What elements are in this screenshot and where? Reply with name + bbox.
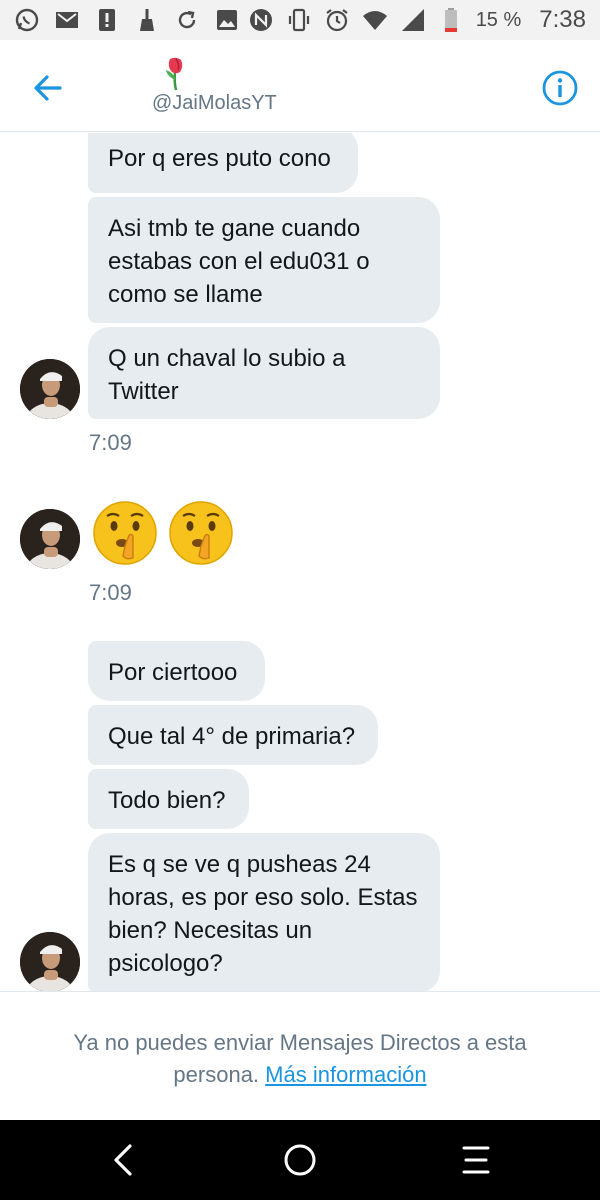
- broom-icon: [134, 7, 160, 33]
- back-button[interactable]: [28, 68, 68, 108]
- clock: 7:38: [539, 6, 586, 33]
- back-arrow-icon: [34, 75, 62, 101]
- dm-disabled-notice: Ya no puedes enviar Mensajes Directos a …: [0, 991, 600, 1120]
- message-text: Es q se ve q pusheas 24 horas, es por es…: [108, 851, 418, 977]
- whatsapp-icon: [14, 7, 40, 33]
- message-bubble[interactable]: Es q se ve q pusheas 24 horas, es por es…: [88, 833, 440, 991]
- tulip-icon: [166, 57, 183, 91]
- more-info-link[interactable]: Más información: [265, 1062, 426, 1087]
- conversation-header: @JaiMolasYT: [0, 40, 600, 132]
- message-bubble[interactable]: Q un chaval lo subio a Twitter: [88, 327, 440, 419]
- notification-icons: [14, 7, 240, 33]
- vibrate-icon: [286, 7, 312, 33]
- status-bar: 15 % 7:38: [0, 0, 600, 40]
- message-text: Que tal 4° de primaria?: [108, 723, 356, 750]
- wifi-icon: [362, 7, 388, 33]
- recents-nav-icon: [462, 1146, 490, 1174]
- message-text: Q un chaval lo subio a Twitter: [108, 345, 346, 405]
- recents-nav-button[interactable]: [456, 1140, 496, 1180]
- back-nav-button[interactable]: [104, 1140, 144, 1180]
- info-icon: [542, 70, 578, 106]
- back-nav-icon: [114, 1144, 132, 1176]
- alert-icon: [94, 7, 120, 33]
- message-text: Asi tmb te gane cuando estabas con el ed…: [108, 215, 370, 308]
- avatar[interactable]: [20, 932, 80, 991]
- battery-percent: 15 %: [475, 8, 522, 31]
- avatar-photo: [20, 359, 80, 419]
- message-bubble[interactable]: Todo bien?: [88, 769, 249, 829]
- signal-icon: [400, 7, 426, 33]
- notice-text-container: Ya no puedes enviar Mensajes Directos a …: [40, 1027, 560, 1091]
- nfc-icon: [248, 7, 274, 33]
- home-nav-icon: [284, 1144, 316, 1176]
- avatar[interactable]: [20, 509, 80, 569]
- message-timestamp: 7:09: [89, 430, 132, 455]
- gallery-icon: [214, 7, 240, 33]
- info-button[interactable]: [540, 68, 580, 108]
- avatar-photo: [20, 932, 80, 991]
- home-nav-button[interactable]: [280, 1140, 320, 1180]
- message-text: Por q eres puto cono: [108, 145, 331, 172]
- conversation-title[interactable]: @JaiMolasYT: [148, 54, 308, 120]
- avatar-photo: [20, 509, 80, 569]
- system-nav-bar: [0, 1120, 600, 1200]
- gmail-icon: [54, 7, 80, 33]
- alarm-icon: [324, 7, 350, 33]
- user-handle: @JaiMolasYT: [152, 92, 277, 114]
- avatar[interactable]: [20, 359, 80, 419]
- message-bubble[interactable]: Por ciertooo: [88, 641, 265, 701]
- message-bubble[interactable]: Asi tmb te gane cuando estabas con el ed…: [88, 197, 440, 323]
- message-bubble[interactable]: Que tal 4° de primaria?: [88, 705, 378, 765]
- shushing-face-emoji[interactable]: [92, 500, 158, 566]
- message-text: Todo bien?: [108, 787, 226, 814]
- battery-icon: [438, 7, 464, 33]
- message-timestamp: 7:09: [89, 580, 132, 605]
- system-icons: 15 % 7:38: [248, 6, 586, 34]
- message-text: Por ciertooo: [108, 659, 238, 686]
- message-bubble[interactable]: Por q eres puto cono: [88, 133, 358, 193]
- sync-icon: [174, 7, 200, 33]
- shushing-face-emoji[interactable]: [168, 500, 234, 566]
- message-thread[interactable]: Por q eres puto cono Asi tmb te gane cua…: [0, 133, 600, 991]
